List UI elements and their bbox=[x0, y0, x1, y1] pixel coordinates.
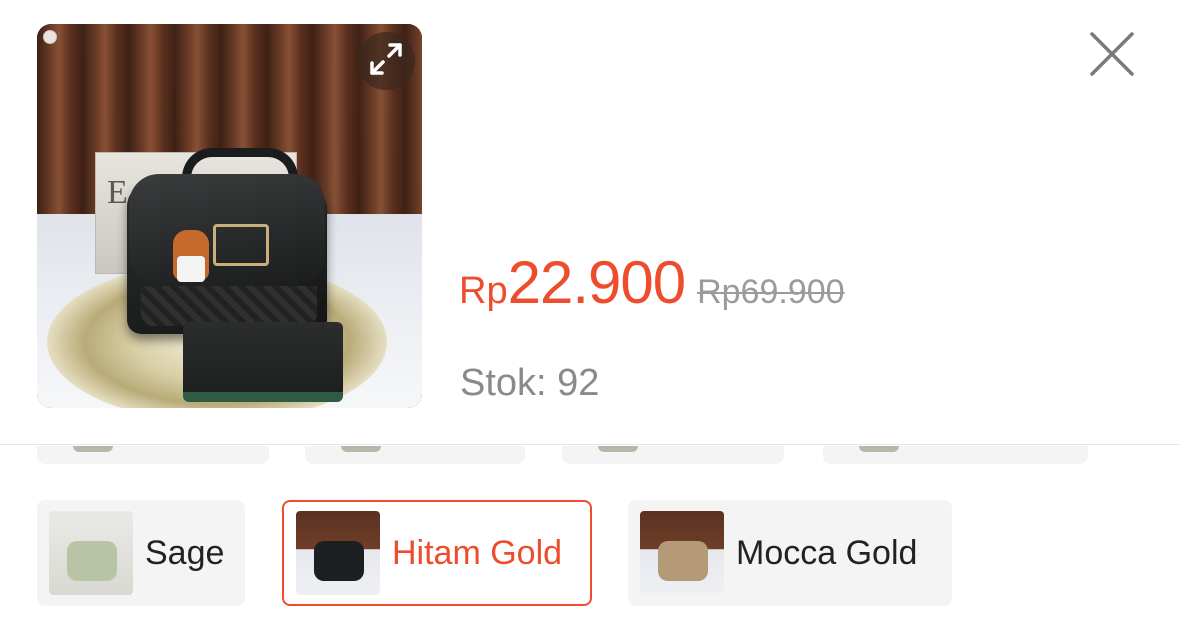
header-divider bbox=[0, 444, 1179, 445]
price-value: 22.900 bbox=[507, 249, 687, 316]
wallet-prop bbox=[183, 322, 343, 402]
variant-chip-mocca-gold[interactable]: Mocca Gold bbox=[628, 500, 952, 606]
variant-chip-partial[interactable] bbox=[562, 446, 784, 464]
variant-label: Mocca Gold bbox=[736, 533, 918, 572]
expand-icon bbox=[366, 39, 406, 84]
price-currency: Rp bbox=[459, 270, 508, 312]
original-price: Rp69.900 bbox=[697, 273, 845, 311]
variant-thumbnail bbox=[49, 511, 133, 595]
expand-image-button[interactable] bbox=[357, 32, 415, 90]
variant-bottom-sheet: E L I bbox=[0, 0, 1179, 640]
bag-quilted-panel bbox=[141, 286, 317, 326]
close-icon bbox=[1084, 32, 1140, 86]
bear-keychain-shirt bbox=[177, 256, 205, 282]
product-image[interactable]: E L I bbox=[37, 24, 422, 408]
variant-chip-sage[interactable]: Sage bbox=[37, 500, 245, 606]
variant-chip-hitam-gold[interactable]: Hitam Gold bbox=[282, 500, 592, 606]
price-block: Rp 22.900 Rp69.900 bbox=[459, 248, 845, 317]
variant-chip-partial[interactable] bbox=[305, 446, 525, 464]
variant-thumbnail bbox=[296, 511, 380, 595]
variant-thumbnail bbox=[640, 511, 724, 595]
image-badge-dot bbox=[43, 30, 57, 44]
variant-label: Hitam Gold bbox=[392, 533, 563, 572]
close-button[interactable] bbox=[1084, 26, 1140, 82]
variant-chip-partial[interactable] bbox=[823, 446, 1088, 464]
variant-label: Sage bbox=[145, 533, 225, 572]
variant-chip-partial[interactable] bbox=[37, 446, 269, 464]
bag-clasp bbox=[213, 224, 269, 266]
stock-text: Stok: 92 bbox=[460, 362, 600, 404]
